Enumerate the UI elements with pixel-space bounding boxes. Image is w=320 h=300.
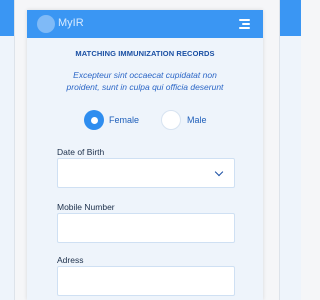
mobile-number-input[interactable]	[57, 213, 235, 243]
page-description: Excepteur sint occaecat cupidatat non pr…	[66, 70, 224, 92]
chevron-down-icon	[214, 167, 224, 177]
menu-icon[interactable]	[239, 19, 250, 29]
logo-icon	[37, 15, 55, 33]
address-input[interactable]	[57, 266, 235, 296]
right-panel-edge	[279, 0, 301, 300]
app-logo-text: MyIR	[58, 17, 84, 29]
female-radio-label[interactable]: Female	[109, 115, 139, 125]
page-title: MATCHING IMMUNIZATION RECORDS	[75, 49, 215, 58]
mobile-number-label: Mobile Number	[57, 202, 115, 212]
male-radio-label[interactable]: Male	[187, 115, 207, 125]
left-panel-edge	[0, 0, 15, 300]
female-radio[interactable]	[84, 110, 104, 130]
address-label: Adress	[57, 255, 84, 265]
dob-label: Date of Birth	[57, 147, 105, 157]
app-screen: MyIR MATCHING IMMUNIZATION RECORDS Excep…	[27, 10, 263, 300]
dob-select[interactable]	[57, 158, 235, 188]
right-panel-header	[280, 0, 301, 36]
male-radio[interactable]	[161, 110, 181, 130]
app-header: MyIR	[27, 10, 263, 38]
radio-selected-dot	[90, 116, 98, 124]
left-panel-header	[0, 0, 14, 36]
